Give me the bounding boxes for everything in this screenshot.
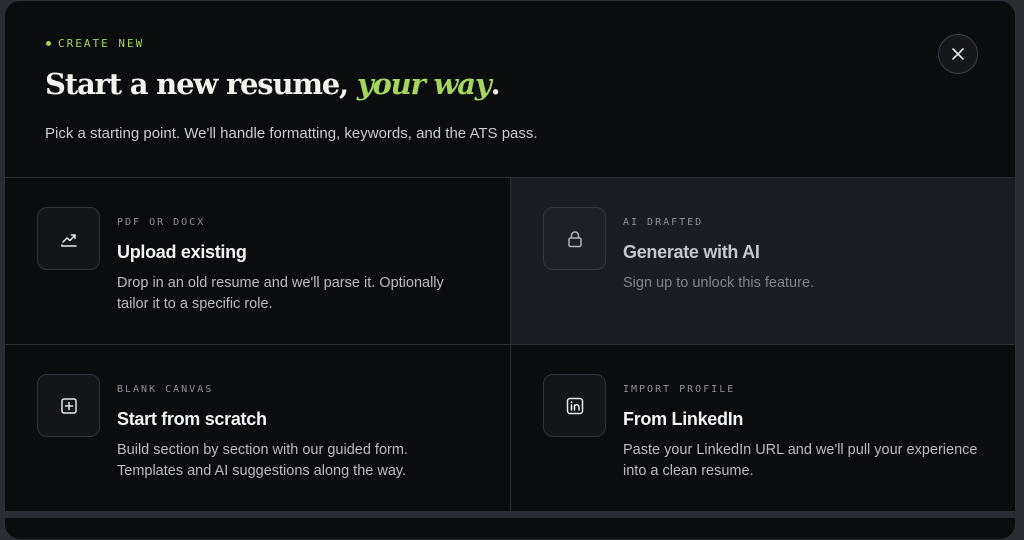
backdrop-strip (0, 511, 1024, 518)
create-new-eyebrow: CREATE NEW (46, 37, 144, 50)
option-generate-with-ai[interactable]: AI DRAFTED Generate with AI Sign up to u… (511, 178, 1015, 345)
option-upload-existing[interactable]: PDF OR DOCX Upload existing Drop in an o… (5, 178, 511, 345)
eyebrow-label: CREATE NEW (58, 37, 145, 50)
close-button[interactable] (938, 34, 978, 74)
plus-square-icon (60, 397, 77, 414)
option-title: Start from scratch (117, 409, 267, 429)
modal-header: CREATE NEW Start a new resume, your way.… (5, 1, 1015, 178)
option-start-from-scratch[interactable]: BLANK CANVAS Start from scratch Build se… (5, 345, 511, 512)
icon-box (543, 374, 606, 437)
page-subtitle: Pick a starting point. We'll handle form… (45, 125, 538, 142)
icon-box (543, 207, 606, 270)
option-eyebrow: PDF OR DOCX (117, 217, 206, 228)
icon-box (37, 374, 100, 437)
page-title: Start a new resume, your way. (45, 67, 501, 101)
close-icon (952, 48, 964, 60)
option-description: Build section by section with our guided… (117, 442, 408, 479)
upload-trend-icon (60, 233, 77, 247)
option-eyebrow: BLANK CANVAS (117, 384, 214, 395)
option-title: Generate with AI (623, 242, 760, 262)
icon-box (37, 207, 100, 270)
option-eyebrow: AI DRAFTED (623, 217, 704, 228)
title-end: . (490, 67, 501, 101)
linkedin-icon (566, 397, 583, 414)
option-from-linkedin[interactable]: IMPORT PROFILE From LinkedIn Paste your … (511, 345, 1015, 512)
option-description: Sign up to unlock this feature. (623, 275, 815, 291)
option-description: Paste your LinkedIn URL and we'll pull y… (623, 442, 978, 479)
option-description: Drop in an old resume and we'll parse it… (117, 275, 444, 312)
title-main: Start a new resume, (45, 67, 357, 101)
create-resume-modal: CREATE NEW Start a new resume, your way.… (4, 0, 1016, 540)
option-title: Upload existing (117, 242, 247, 262)
status-dot (46, 41, 51, 46)
option-title: From LinkedIn (623, 409, 744, 429)
lock-icon (567, 230, 582, 247)
option-eyebrow: IMPORT PROFILE (623, 384, 736, 395)
title-accent: your way (356, 67, 492, 101)
